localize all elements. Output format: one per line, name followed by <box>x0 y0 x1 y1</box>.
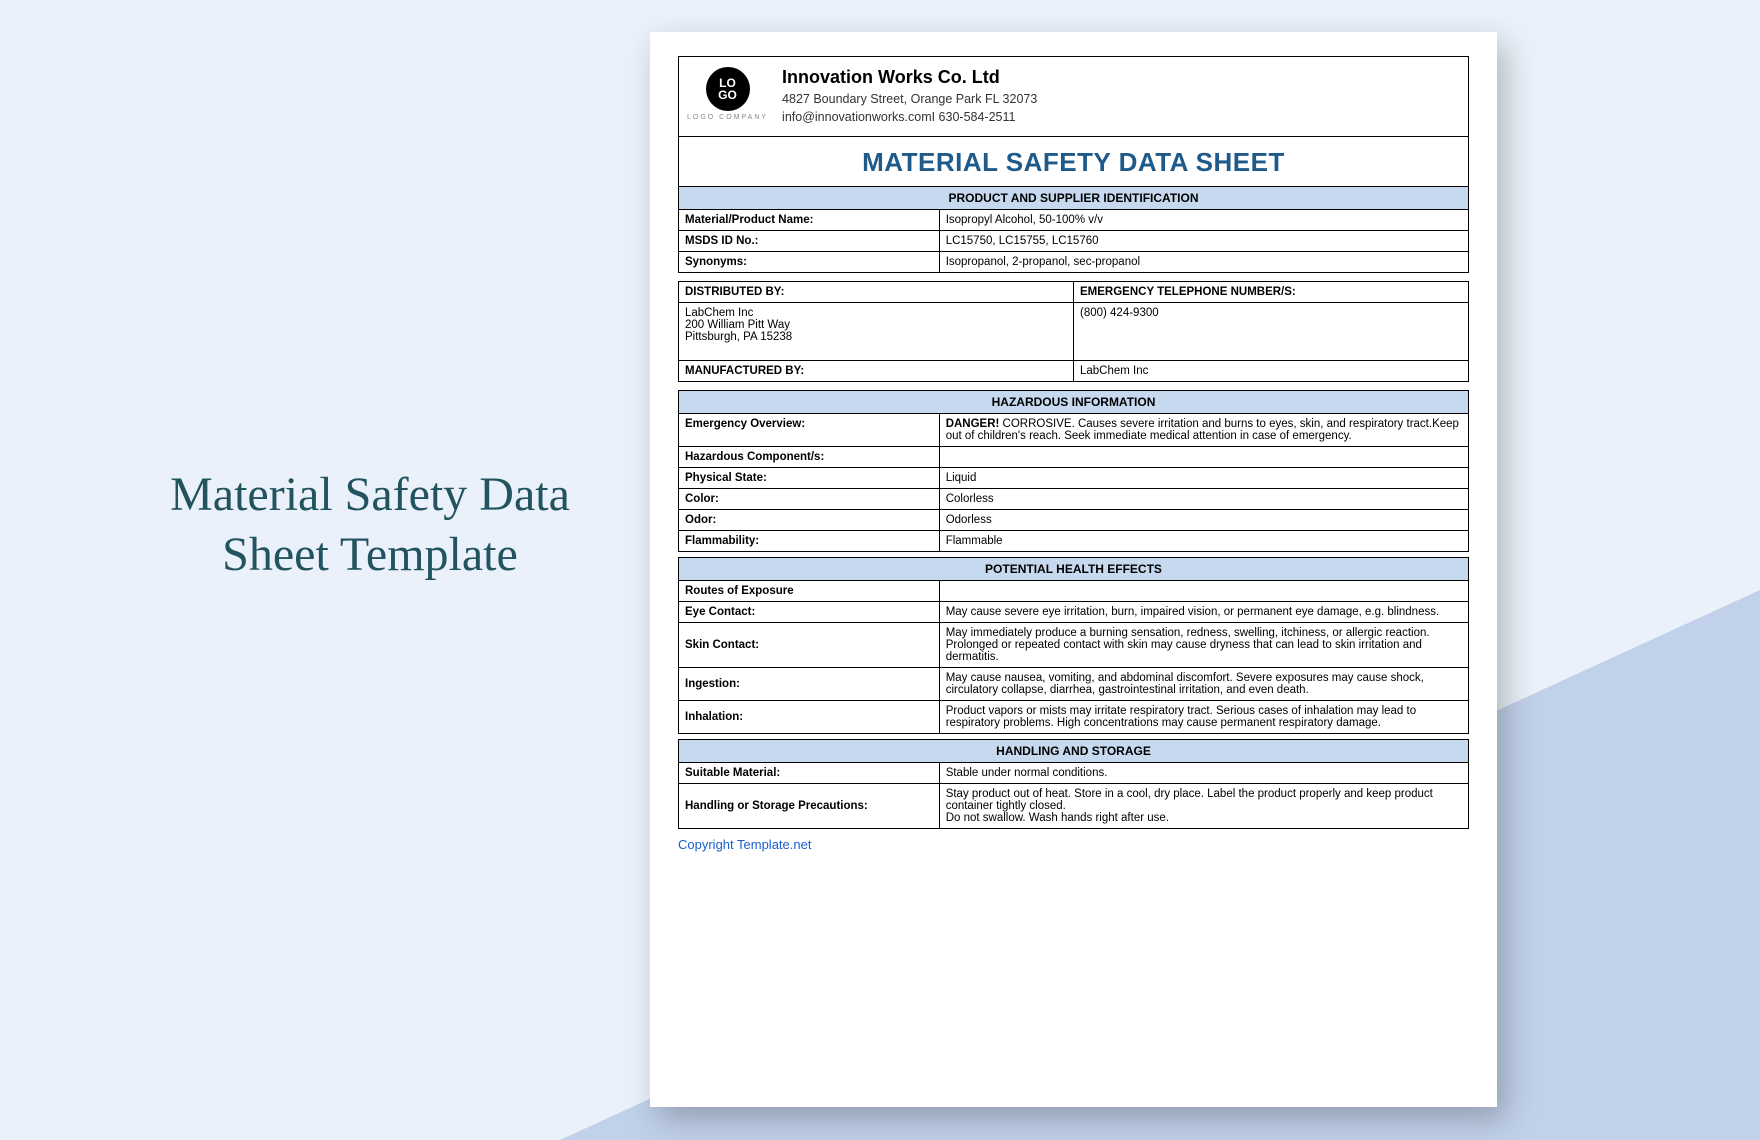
routes-value <box>939 581 1468 602</box>
copyright-link[interactable]: Copyright Template.net <box>678 837 1469 852</box>
suitable-material-label: Suitable Material: <box>679 763 940 784</box>
company-contact: info@innovationworks.comI 630-584-2511 <box>782 108 1037 126</box>
color-label: Color: <box>679 489 940 510</box>
storage-precautions-label: Handling or Storage Precautions: <box>679 784 940 829</box>
hazard-table: HAZARDOUS INFORMATION Emergency Overview… <box>678 390 1469 829</box>
routes-label: Routes of Exposure <box>679 581 940 602</box>
emergency-phone-label: EMERGENCY TELEPHONE NUMBER/S: <box>1074 282 1469 303</box>
haz-components-label: Hazardous Component/s: <box>679 447 940 468</box>
ingestion-label: Ingestion: <box>679 668 940 701</box>
section-header-storage: HANDLING AND STORAGE <box>679 740 1469 763</box>
emergency-phone-value: (800) 424-9300 <box>1074 303 1469 361</box>
overview-danger: DANGER! <box>946 418 1000 430</box>
document-title: MATERIAL SAFETY DATA SHEET <box>678 137 1469 186</box>
eye-contact-label: Eye Contact: <box>679 602 940 623</box>
odor-label: Odor: <box>679 510 940 531</box>
logo-text-bot: GO <box>718 89 737 101</box>
distributed-by-label: DISTRIBUTED BY: <box>679 282 1074 303</box>
distributed-by-value: LabChem Inc 200 William Pitt Way Pittsbu… <box>679 303 1074 361</box>
odor-value: Odorless <box>939 510 1468 531</box>
document-sheet: LO GO LOGO COMPANY Innovation Works Co. … <box>650 32 1497 1107</box>
ingestion-value: May cause nausea, vomiting, and abdomina… <box>939 668 1468 701</box>
emergency-overview-value: DANGER! CORROSIVE. Causes severe irritat… <box>939 414 1468 447</box>
flammability-label: Flammability: <box>679 531 940 552</box>
eye-contact-value: May cause severe eye irritation, burn, i… <box>939 602 1468 623</box>
company-info: Innovation Works Co. Ltd 4827 Boundary S… <box>782 67 1037 126</box>
section-header-product: PRODUCT AND SUPPLIER IDENTIFICATION <box>679 187 1469 210</box>
manufactured-by-label: MANUFACTURED BY: <box>679 361 1074 382</box>
product-identification-table: PRODUCT AND SUPPLIER IDENTIFICATION Mate… <box>678 186 1469 273</box>
manufactured-by-value: LabChem Inc <box>1074 361 1469 382</box>
suitable-material-value: Stable under normal conditions. <box>939 763 1468 784</box>
material-value: Isopropyl Alcohol, 50-100% v/v <box>939 210 1468 231</box>
flammability-value: Flammable <box>939 531 1468 552</box>
color-value: Colorless <box>939 489 1468 510</box>
msds-value: LC15750, LC15755, LC15760 <box>939 231 1468 252</box>
inhalation-label: Inhalation: <box>679 701 940 734</box>
skin-contact-value: May immediately produce a burning sensat… <box>939 623 1468 668</box>
synonyms-label: Synonyms: <box>679 252 940 273</box>
section-header-health: POTENTIAL HEALTH EFFECTS <box>679 558 1469 581</box>
supplier-table: DISTRIBUTED BY: EMERGENCY TELEPHONE NUMB… <box>678 281 1469 382</box>
physical-state-label: Physical State: <box>679 468 940 489</box>
synonyms-value: Isopropanol, 2-propanol, sec-propanol <box>939 252 1468 273</box>
storage-precautions-value: Stay product out of heat. Store in a coo… <box>939 784 1468 829</box>
logo-icon: LO GO <box>706 67 750 111</box>
letterhead: LO GO LOGO COMPANY Innovation Works Co. … <box>678 56 1469 137</box>
material-label: Material/Product Name: <box>679 210 940 231</box>
msds-label: MSDS ID No.: <box>679 231 940 252</box>
logo-subtext: LOGO COMPANY <box>687 114 768 121</box>
skin-contact-label: Skin Contact: <box>679 623 940 668</box>
inhalation-value: Product vapors or mists may irritate res… <box>939 701 1468 734</box>
page-title: Material Safety Data Sheet Template <box>120 465 620 585</box>
physical-state-value: Liquid <box>939 468 1468 489</box>
company-address: 4827 Boundary Street, Orange Park FL 320… <box>782 90 1037 108</box>
overview-text: CORROSIVE. Causes severe irritation and … <box>946 418 1459 442</box>
company-name: Innovation Works Co. Ltd <box>782 67 1037 88</box>
haz-components-value <box>939 447 1468 468</box>
section-header-hazard: HAZARDOUS INFORMATION <box>679 391 1469 414</box>
logo: LO GO LOGO COMPANY <box>687 67 768 121</box>
emergency-overview-label: Emergency Overview: <box>679 414 940 447</box>
